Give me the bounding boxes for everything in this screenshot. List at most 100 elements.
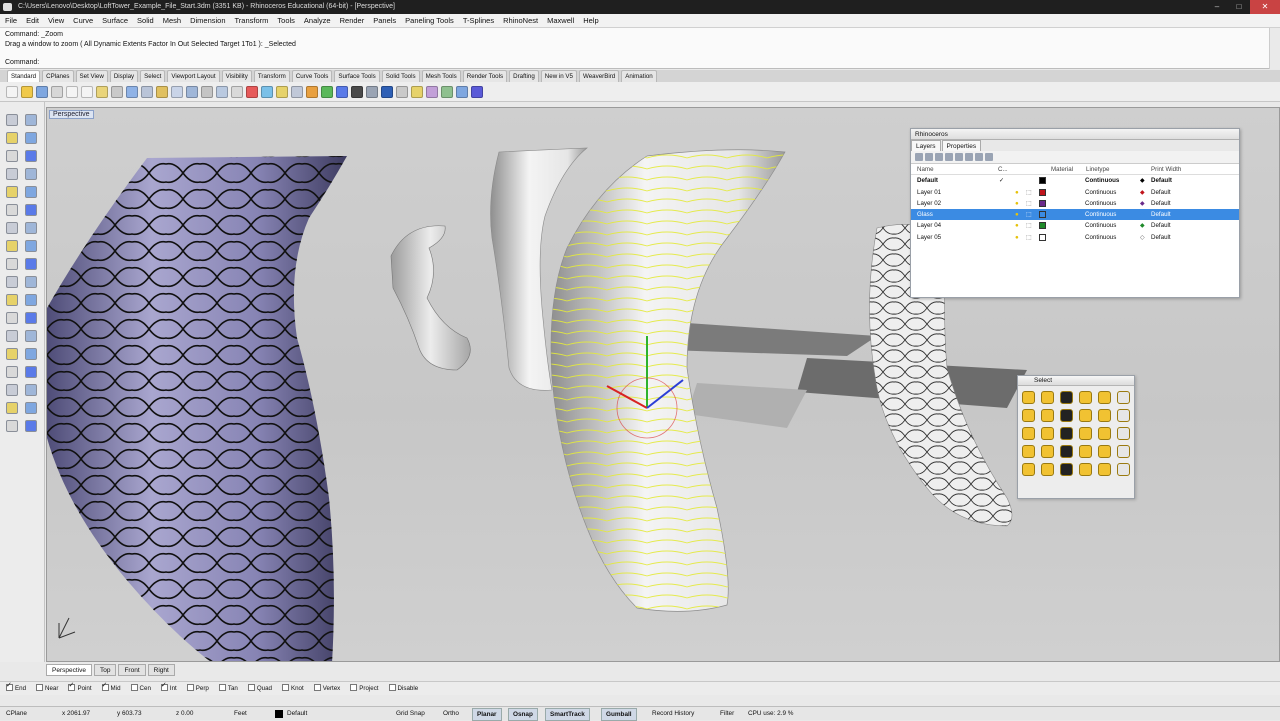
- light-bulb-icon[interactable]: ●: [1015, 198, 1019, 209]
- menu-item-help[interactable]: Help: [583, 14, 598, 27]
- osnap-end[interactable]: End: [6, 681, 26, 692]
- toolbar-tool-9-icon[interactable]: [126, 85, 138, 98]
- palette-tool-2-icon[interactable]: [25, 114, 37, 126]
- palette-tool-9-icon[interactable]: [6, 186, 18, 198]
- layer-linetype[interactable]: Continuous: [1085, 198, 1116, 209]
- select-tool-9-icon[interactable]: [1060, 409, 1073, 422]
- palette-tool-36-icon[interactable]: [25, 420, 37, 432]
- record-history-toggle[interactable]: Record History: [652, 707, 694, 721]
- layer-print-width[interactable]: Default: [1151, 209, 1171, 220]
- tab-curve-tools[interactable]: Curve Tools: [291, 70, 333, 82]
- move-down-icon[interactable]: [955, 153, 963, 161]
- palette-tool-18-icon[interactable]: [25, 258, 37, 270]
- tab-transform[interactable]: Transform: [253, 70, 290, 82]
- menu-item-panels[interactable]: Panels: [373, 14, 396, 27]
- select-tool-26-icon[interactable]: [1041, 463, 1054, 476]
- toolbar-tool-3-icon[interactable]: [36, 85, 48, 98]
- layer-row[interactable]: Layer 01 ● ⬚ Continuous Default ◆: [911, 187, 1239, 198]
- toolbar-tool-19-icon[interactable]: [276, 85, 288, 98]
- toolbar-tool-26-icon[interactable]: [381, 85, 393, 98]
- tab-viewport-layout[interactable]: Viewport Layout: [167, 70, 220, 82]
- palette-tool-15-icon[interactable]: [6, 240, 18, 252]
- toolbar-tool-25-icon[interactable]: [366, 85, 378, 98]
- select-tool-15-icon[interactable]: [1060, 427, 1073, 440]
- palette-tool-13-icon[interactable]: [6, 222, 18, 234]
- layer-print-width[interactable]: Default: [1151, 220, 1171, 231]
- minimize-button[interactable]: –: [1206, 0, 1228, 14]
- toolbar-tool-16-icon[interactable]: [231, 85, 243, 98]
- layer-row[interactable]: Default ✓ Continuous Default ◆: [911, 175, 1239, 186]
- lock-icon[interactable]: ⬚: [1026, 209, 1032, 220]
- menu-item-maxwell[interactable]: Maxwell: [547, 14, 574, 27]
- viewport-title[interactable]: Perspective: [49, 110, 94, 119]
- print-color-icon[interactable]: ◆: [1140, 175, 1145, 186]
- osnap-checkbox[interactable]: [218, 683, 226, 691]
- light-bulb-icon[interactable]: ●: [1015, 232, 1019, 243]
- select-tool-2-icon[interactable]: [1041, 391, 1054, 404]
- col-linetype[interactable]: Linetype: [1086, 164, 1109, 175]
- palette-tool-31-icon[interactable]: [6, 384, 18, 396]
- osnap-vertex[interactable]: Vertex: [313, 683, 340, 692]
- palette-tool-4-icon[interactable]: [25, 132, 37, 144]
- gumball-toggle[interactable]: Gumball: [601, 708, 637, 721]
- osnap-checkbox[interactable]: [68, 681, 76, 691]
- toolbar-tool-17-icon[interactable]: [246, 85, 258, 98]
- osnap-disable[interactable]: Disable: [388, 683, 418, 692]
- tab-mesh-tools[interactable]: Mesh Tools: [421, 70, 461, 82]
- delete-layer-icon[interactable]: [935, 153, 943, 161]
- print-color-icon[interactable]: ◆: [1140, 198, 1145, 209]
- palette-tool-1-icon[interactable]: [6, 114, 18, 126]
- osnap-point[interactable]: Point: [68, 681, 92, 692]
- osnap-perp[interactable]: Perp: [186, 683, 209, 692]
- layer-print-width[interactable]: Default: [1151, 187, 1171, 198]
- palette-tool-34-icon[interactable]: [25, 402, 37, 414]
- select-tool-24-icon[interactable]: [1117, 445, 1130, 458]
- palette-tool-21-icon[interactable]: [6, 294, 18, 306]
- layer-linetype[interactable]: Continuous: [1085, 187, 1116, 198]
- osnap-tan[interactable]: Tan: [218, 683, 238, 692]
- select-tool-6-icon[interactable]: [1117, 391, 1130, 404]
- tools-icon[interactable]: [975, 153, 983, 161]
- col-print-width[interactable]: Print Width: [1151, 164, 1181, 175]
- menu-item-view[interactable]: View: [48, 14, 64, 27]
- layer-linetype[interactable]: Continuous: [1085, 175, 1119, 186]
- light-bulb-icon[interactable]: ●: [1015, 187, 1019, 198]
- maximize-button[interactable]: □: [1228, 0, 1250, 14]
- planar-toggle[interactable]: Planar: [472, 708, 502, 721]
- toolbar-tool-7-icon[interactable]: [96, 85, 108, 98]
- select-tool-10-icon[interactable]: [1079, 409, 1092, 422]
- osnap-project[interactable]: Project: [350, 683, 379, 692]
- toolbar-tool-1-icon[interactable]: [6, 85, 18, 98]
- menu-item-render[interactable]: Render: [340, 14, 365, 27]
- menu-item-tools[interactable]: Tools: [277, 14, 295, 27]
- select-tool-13-icon[interactable]: [1022, 427, 1035, 440]
- osnap-mid[interactable]: Mid: [101, 681, 121, 692]
- tab-solid-tools[interactable]: Solid Tools: [381, 70, 420, 82]
- tab-properties[interactable]: Properties: [941, 140, 982, 151]
- layer-name[interactable]: Glass: [917, 209, 933, 220]
- menu-item-dimension[interactable]: Dimension: [190, 14, 225, 27]
- lock-icon[interactable]: ⬚: [1026, 232, 1032, 243]
- osnap-checkbox[interactable]: [313, 683, 321, 691]
- osnap-near[interactable]: Near: [36, 683, 58, 692]
- palette-tool-10-icon[interactable]: [25, 186, 37, 198]
- help-icon[interactable]: [985, 153, 993, 161]
- tab-render-tools[interactable]: Render Tools: [462, 70, 508, 82]
- palette-tool-7-icon[interactable]: [6, 168, 18, 180]
- menu-item-surface[interactable]: Surface: [102, 14, 128, 27]
- osnap-checkbox[interactable]: [36, 683, 44, 691]
- toolbar-tool-10-icon[interactable]: [141, 85, 153, 98]
- tab-cplanes[interactable]: CPlanes: [42, 70, 74, 82]
- lock-icon[interactable]: ⬚: [1026, 187, 1032, 198]
- layer-print-width[interactable]: Default: [1151, 198, 1171, 209]
- toolbar-tool-21-icon[interactable]: [306, 85, 318, 98]
- palette-tool-20-icon[interactable]: [25, 276, 37, 288]
- palette-tool-5-icon[interactable]: [6, 150, 18, 162]
- viewport-tab-top[interactable]: Top: [93, 664, 117, 676]
- palette-tool-29-icon[interactable]: [6, 366, 18, 378]
- new-layer-icon[interactable]: [915, 153, 923, 161]
- palette-tool-6-icon[interactable]: [25, 150, 37, 162]
- toolbar-tool-18-icon[interactable]: [261, 85, 273, 98]
- palette-tool-16-icon[interactable]: [25, 240, 37, 252]
- toolbar-tool-4-icon[interactable]: [51, 85, 63, 98]
